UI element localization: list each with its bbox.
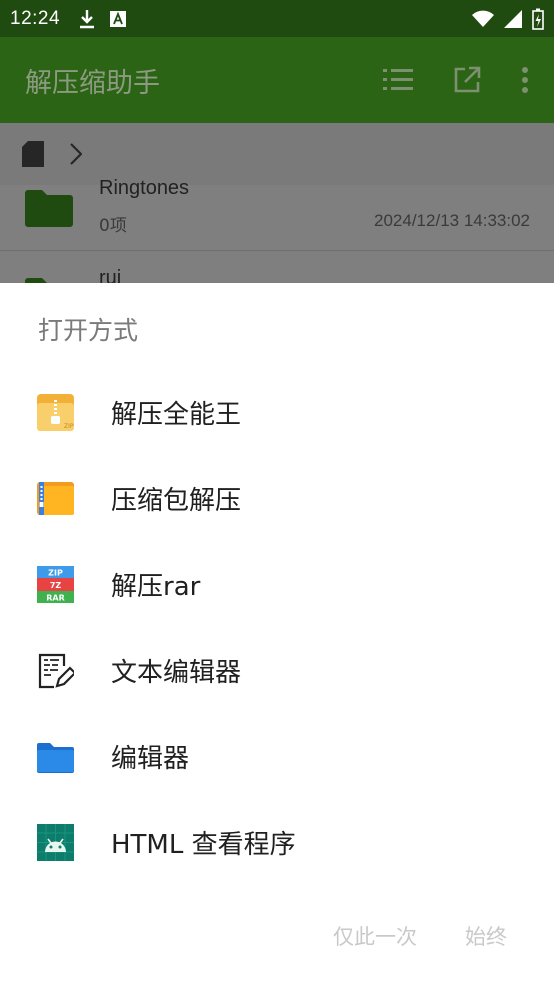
file-name: rui [99,267,122,283]
archive-folder-icon [37,482,74,515]
file-date: 2024/12/13 14:33:02 [374,211,530,230]
sd-card-icon[interactable] [22,141,44,167]
option-label: 压缩包解压 [111,485,242,516]
list-item[interactable]: rui [0,251,554,283]
zip-folder-icon: ZIP [37,394,74,431]
open-external-icon[interactable] [453,66,481,94]
android-html-icon [37,824,74,861]
zip-badge: ZIP [64,423,74,430]
sheet-title: 打开方式 [38,316,139,345]
file-count: 0项 [99,216,127,236]
status-time: 12:24 [10,7,61,29]
rar-line: RAR [46,594,65,603]
option-label: 解压全能王 [111,399,242,430]
font-a-icon [110,10,127,27]
option-label: HTML 查看程序 [111,829,296,860]
folder-icon [25,190,73,227]
option-text-editor[interactable]: 文本编辑器 [0,627,554,713]
signal-icon [504,9,522,28]
text-editor-icon [38,653,74,689]
zip-7z-rar-icon: ZIP 7Z RAR [37,566,74,603]
list-item[interactable]: Ringtones 0项 2024/12/13 14:33:02 [0,177,554,251]
always-button[interactable]: 始终 [465,921,507,951]
download-icon [80,9,95,28]
option-editor[interactable]: 编辑器 [0,713,554,799]
option-yasuobao-jieya[interactable]: 压缩包解压 [0,455,554,541]
just-once-button[interactable]: 仅此一次 [333,921,417,951]
open-with-sheet: 打开方式 ZIP 解压全能王 压缩包解压 ZIP 7Z RAR 解压rar 文本… [0,283,554,984]
wifi-icon [472,10,494,27]
blue-folder-icon [37,743,74,773]
7z-line: 7Z [50,581,62,590]
chevron-right-icon [70,143,82,165]
option-jieya-quanneng[interactable]: ZIP 解压全能王 [0,369,554,455]
list-view-icon[interactable] [383,68,413,92]
battery-icon [532,8,544,30]
status-bar: 12:24 [0,0,554,37]
option-html-viewer[interactable]: HTML 查看程序 [0,799,554,885]
option-label: 文本编辑器 [111,657,242,688]
option-label: 编辑器 [111,743,190,774]
app-bar: 解压缩助手 [0,37,554,123]
app-title: 解压缩助手 [25,67,160,99]
option-label: 解压rar [111,571,201,602]
file-name: Ringtones [99,177,190,199]
option-jieya-rar[interactable]: ZIP 7Z RAR 解压rar [0,541,554,627]
file-list-dimmed: Ringtones 0项 2024/12/13 14:33:02 rui [0,123,554,283]
breadcrumb [0,123,554,185]
more-vert-icon[interactable] [521,67,529,93]
zip-line: ZIP [48,569,63,578]
